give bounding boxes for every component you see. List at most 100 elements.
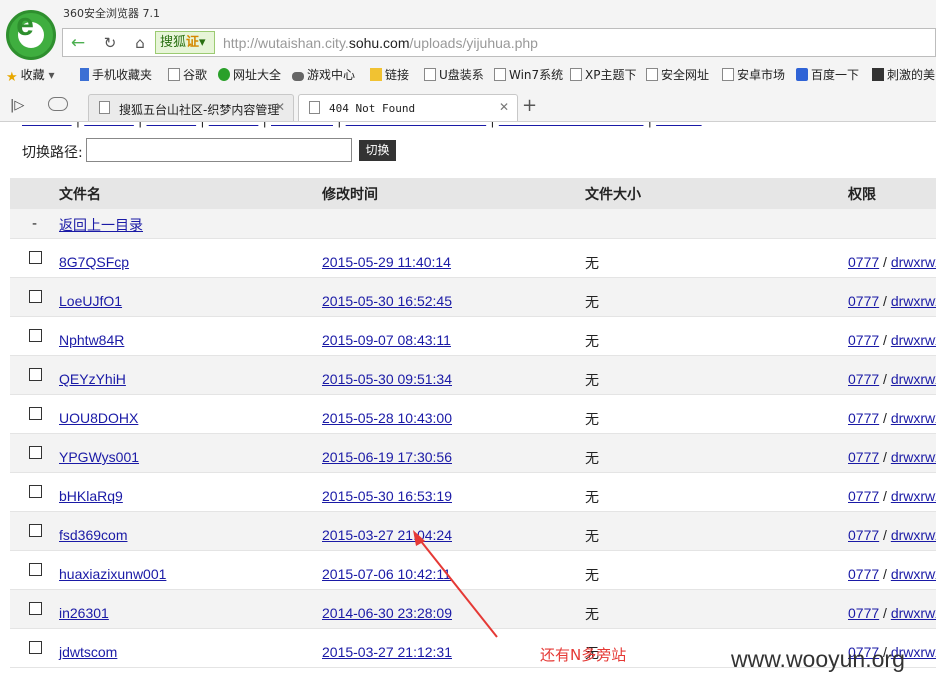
modified-time-link[interactable]: 2015-03-27 21:12:31 [322, 644, 452, 660]
bookmark-label: 收藏 [20, 68, 45, 82]
top-link-8[interactable] [656, 122, 701, 128]
permission-octal-link[interactable]: 0777 [848, 371, 879, 387]
close-icon[interactable]: ✕ [499, 100, 509, 114]
bookmark-item[interactable]: 百度一下 [796, 66, 859, 83]
permission-string-link[interactable]: drwxrwxrwx [891, 449, 936, 465]
file-name-link[interactable]: LoeUJfO1 [59, 293, 122, 309]
modified-time-link[interactable]: 2015-05-30 09:51:34 [322, 371, 452, 387]
row-checkbox[interactable] [29, 290, 42, 303]
row-checkbox[interactable] [29, 602, 42, 615]
modified-time-link[interactable]: 2015-05-29 11:40:14 [322, 254, 451, 270]
permission-octal-link[interactable]: 0777 [848, 254, 879, 270]
file-name-link[interactable]: YPGWys001 [59, 449, 139, 465]
parent-dir-link[interactable]: 返回上一目录 [59, 215, 143, 235]
bookmark-item[interactable]: ★ 收藏 ▾ [6, 66, 55, 85]
file-name-link[interactable]: QEYzYhiH [59, 371, 126, 387]
permission-string-link[interactable]: drwxrwxrwx [891, 488, 936, 504]
top-link-1[interactable] [22, 122, 72, 128]
modified-time-link[interactable]: 2015-09-07 08:43:11 [322, 332, 451, 348]
file-name-link[interactable]: bHKlaRq9 [59, 488, 123, 504]
switch-path-button[interactable]: 切换 [359, 140, 396, 161]
permission-string-link[interactable]: drwxrwxrwx [891, 293, 936, 309]
permission-string-link[interactable]: drwxrwxrwx [891, 566, 936, 582]
row-checkbox[interactable] [29, 446, 42, 459]
permission-string-link[interactable]: drwxrwxrwx [891, 410, 936, 426]
modified-time-link[interactable]: 2015-05-28 10:43:00 [322, 410, 452, 426]
bookmark-item[interactable]: 游戏中心 [292, 66, 355, 83]
top-link-4[interactable] [209, 122, 259, 128]
refresh-icon[interactable]: ↻ [99, 32, 121, 54]
annotation-text: 还有N多旁站 [540, 646, 627, 664]
row-checkbox[interactable] [29, 563, 42, 576]
switch-path-input[interactable] [86, 138, 352, 162]
permission-octal-link[interactable]: 0777 [848, 293, 879, 309]
row-checkbox[interactable] [29, 407, 42, 420]
top-link-3[interactable] [147, 122, 197, 128]
cloud-icon[interactable] [48, 97, 68, 111]
permission-octal-link[interactable]: 0777 [848, 605, 879, 621]
url-input[interactable]: http://wutaishan.city.sohu.com/uploads/y… [223, 33, 538, 53]
permission-octal-link[interactable]: 0777 [848, 527, 879, 543]
bookmark-item[interactable]: 谷歌 [168, 66, 207, 83]
top-link-2[interactable] [84, 122, 134, 128]
address-bar[interactable]: ← ↻ ⌂ 搜狐证▾ http://wutaishan.city.sohu.co… [62, 28, 936, 57]
modified-time-link[interactable]: 2015-07-06 10:42:11 [322, 566, 451, 582]
bookmark-item[interactable]: Win7系统 [494, 66, 563, 83]
row-checkbox[interactable] [29, 641, 42, 654]
permission-string-link[interactable]: drwxrwxrwx [891, 254, 936, 270]
bookmark-item[interactable]: 安全网址 [646, 66, 709, 83]
permission-separator: / [879, 410, 891, 426]
file-name-link[interactable]: in26301 [59, 605, 109, 621]
bookmark-label: 百度一下 [811, 68, 860, 82]
bookmark-item[interactable]: 链接 [370, 66, 409, 83]
modified-time-link[interactable]: 2015-05-30 16:53:19 [322, 488, 452, 504]
file-name-link[interactable]: huaxiazixunw001 [59, 566, 166, 582]
row-checkbox[interactable] [29, 524, 42, 537]
modified-time-link[interactable]: 2015-05-30 16:52:45 [322, 293, 452, 309]
file-name-link[interactable]: jdwtscom [59, 644, 117, 660]
file-name-link[interactable]: Nphtw84R [59, 332, 124, 348]
tab-404-not-found[interactable]: 404 Not Found ✕ [298, 94, 518, 121]
permission-octal-link[interactable]: 0777 [848, 449, 879, 465]
bookmark-item[interactable]: U盘装系 [424, 66, 484, 83]
row-checkbox[interactable] [29, 329, 42, 342]
close-icon[interactable]: ✕ [275, 100, 285, 114]
permission-string-link[interactable]: drwxrwxrwx [891, 371, 936, 387]
dark-icon [872, 68, 884, 81]
permission-string-link[interactable]: drwxrwxrwx [891, 527, 936, 543]
top-link-6[interactable] [346, 122, 487, 128]
modified-time-link[interactable]: 2014-06-30 23:28:09 [322, 605, 452, 621]
top-link-5[interactable] [271, 122, 333, 128]
new-tab-plus-icon[interactable]: + [522, 95, 537, 116]
permission-string-link[interactable]: drwxrwxrwx [891, 332, 936, 348]
permission-octal-link[interactable]: 0777 [848, 566, 879, 582]
file-name-link[interactable]: 8G7QSFcp [59, 254, 129, 270]
permission-octal-link[interactable]: 0777 [848, 488, 879, 504]
tab-sohu-community[interactable]: 搜狐五台山社区-织梦内容管理系统 ✕ [88, 94, 294, 121]
row-checkbox[interactable] [29, 485, 42, 498]
permission-octal-link[interactable]: 0777 [848, 332, 879, 348]
bookmark-item[interactable]: XP主题下 [570, 66, 636, 83]
file-name-link[interactable]: fsd369com [59, 527, 127, 543]
top-link-7[interactable] [499, 122, 644, 128]
site-identity-badge[interactable]: 搜狐证▾ [155, 31, 215, 54]
bookmark-label: Win7系统 [509, 68, 564, 82]
chevron-down-icon[interactable]: ▾ [45, 68, 54, 82]
permission-octal-link[interactable]: 0777 [848, 410, 879, 426]
modified-time-link[interactable]: 2015-03-27 21:04:24 [322, 527, 452, 543]
back-arrow-icon[interactable]: ← [67, 32, 89, 54]
row-checkbox[interactable] [29, 368, 42, 381]
bookmark-item[interactable]: 安卓市场 [722, 66, 785, 83]
modified-time-link[interactable]: 2015-06-19 17:30:56 [322, 449, 452, 465]
permission-cell: 0777 / drwxrwxrwx [848, 527, 936, 543]
bookmark-item[interactable]: 刺激的美 [872, 66, 935, 83]
row-checkbox[interactable] [29, 251, 42, 264]
bookmark-item[interactable]: 手机收藏夹 [80, 66, 152, 83]
file-name-link[interactable]: UOU8DOHX [59, 410, 138, 426]
sidebar-toggle-icon[interactable]: |▷ [10, 98, 24, 113]
permission-cell: 0777 / drwxrwxrwx [848, 293, 936, 309]
permission-string-link[interactable]: drwxrwxrwx [891, 605, 936, 621]
table-row: bHKlaRq9 2015-05-30 16:53:19 无 0777 / drwxr… [10, 473, 936, 512]
bookmark-item[interactable]: 网址大全 [218, 66, 281, 83]
home-icon[interactable]: ⌂ [129, 32, 151, 54]
